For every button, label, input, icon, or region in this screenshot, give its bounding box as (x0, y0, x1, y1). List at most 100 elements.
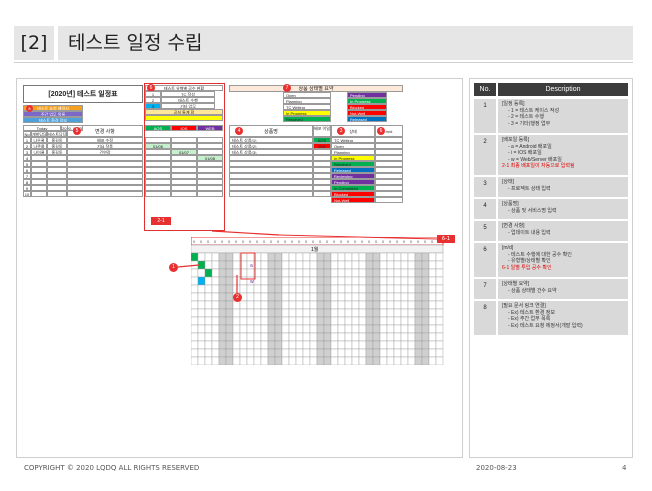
gantt-cell (211, 356, 220, 366)
gantt-cell (288, 348, 297, 358)
gantt-cell (400, 292, 409, 302)
gantt-cell (407, 332, 416, 342)
gantt-cell (379, 260, 388, 270)
gantt-cell (267, 292, 276, 302)
gantt-cell (204, 284, 213, 294)
gantt-cell (211, 284, 220, 294)
gantt-cell (400, 268, 409, 278)
sheet-cell-change (67, 191, 143, 197)
gantt-cell (246, 316, 255, 326)
gantt-cell (393, 356, 402, 366)
sheet-cell-dev (31, 191, 47, 197)
gantt-cell (344, 316, 353, 326)
gantt-cell (302, 276, 311, 286)
gantt-cell (337, 356, 346, 366)
gantt-cell (288, 356, 297, 366)
gantt-cell (337, 284, 346, 294)
gantt-cell (358, 324, 367, 334)
label-2-1: 2-1 (151, 217, 171, 225)
gantt-cell (372, 252, 381, 262)
gantt-cell (204, 292, 213, 302)
gantt-cell (302, 260, 311, 270)
gantt-cell (330, 316, 339, 326)
gantt-cell (365, 276, 374, 286)
sheet-product-cell (229, 191, 313, 197)
gantt-month-label: 1월 (311, 246, 319, 253)
gantt-cell (365, 356, 374, 366)
gantt-cell (365, 268, 374, 278)
gantt-cell (281, 300, 290, 310)
gantt-cell (225, 348, 234, 358)
gantt-cell (260, 332, 269, 342)
gantt-cell (204, 348, 213, 358)
gantt-cell (372, 292, 381, 302)
gantt-cell (414, 260, 423, 270)
gantt-cell (330, 308, 339, 318)
gantt-cell (323, 324, 332, 334)
gantt-cell (225, 276, 234, 286)
gantt-cell (407, 348, 416, 358)
gantt-cell (400, 348, 409, 358)
gantt-cell (190, 292, 199, 302)
gantt-cell (302, 284, 311, 294)
gantt-cell (267, 308, 276, 318)
gantt-cell (211, 252, 220, 262)
gantt-cell (323, 260, 332, 270)
gantt-cell (274, 316, 283, 326)
gantt-cell (351, 268, 360, 278)
gantt-cell (407, 292, 416, 302)
gantt-cell (344, 340, 353, 350)
gantt-cell (323, 268, 332, 278)
gantt-cell (260, 356, 269, 366)
gantt-cell (323, 292, 332, 302)
gantt-cell (344, 356, 353, 366)
gantt-cell (288, 292, 297, 302)
gantt-cell (386, 268, 395, 278)
gantt-cell (358, 260, 367, 270)
row-description: [일정 등록] - 1 = 테스트 케이스 작성 - 2 = 테스트 수행 - 3 =… (498, 99, 628, 133)
gantt-cell (435, 356, 444, 366)
gantt-cell (253, 308, 262, 318)
gantt-cell (316, 300, 325, 310)
callout-7-badge: 7 (283, 84, 291, 92)
gantt-cell (281, 348, 290, 358)
gantt-cell (414, 268, 423, 278)
callout-2-badge: 2 (233, 293, 242, 302)
gantt-cell (288, 284, 297, 294)
gantt-cell (421, 356, 430, 366)
gantt-cell (239, 340, 248, 350)
gantt-cell (421, 276, 430, 286)
gantt-cell (225, 284, 234, 294)
gantt-cell (421, 316, 430, 326)
gantt-cell (309, 348, 318, 358)
row-description: [상태별 요약] - 상품 상태별 건수 요약 (498, 279, 628, 299)
gantt-cell (246, 292, 255, 302)
gantt-cell (393, 300, 402, 310)
description-panel: No. Description 1 [일정 등록] - 1 = 테스트 케이스 작성… (469, 78, 633, 458)
gantt-cell (218, 316, 227, 326)
footer-page-number: 4 (622, 464, 627, 472)
gantt-cell (253, 332, 262, 342)
doc-link-3[interactable]: 테스트 환경 정보 (23, 117, 83, 123)
gantt-cell (267, 284, 276, 294)
gantt-cell (358, 340, 367, 350)
gantt-cell (316, 252, 325, 262)
gantt-cell (218, 276, 227, 286)
gantt-cell (281, 356, 290, 366)
slide: [2] 테스트 일정 수립 [2020년] 테스트 일정표 테스트 요청 예정서… (0, 0, 652, 491)
gantt-cell (358, 348, 367, 358)
gantt-cell (309, 284, 318, 294)
gantt-cell (218, 348, 227, 358)
gantt-cell (225, 260, 234, 270)
gantt-cell (281, 260, 290, 270)
gantt-cell (358, 276, 367, 286)
status-dropdown[interactable]: Not-Well (331, 197, 375, 203)
footer-date: 2020-08-23 (476, 464, 517, 472)
gantt-cell (344, 292, 353, 302)
gantt-cell (393, 284, 402, 294)
gantt-cell (302, 348, 311, 358)
gantt-cell (274, 284, 283, 294)
gantt-cell (295, 292, 304, 302)
callout-6-badge: 6 (377, 127, 385, 135)
gantt-cell (386, 316, 395, 326)
